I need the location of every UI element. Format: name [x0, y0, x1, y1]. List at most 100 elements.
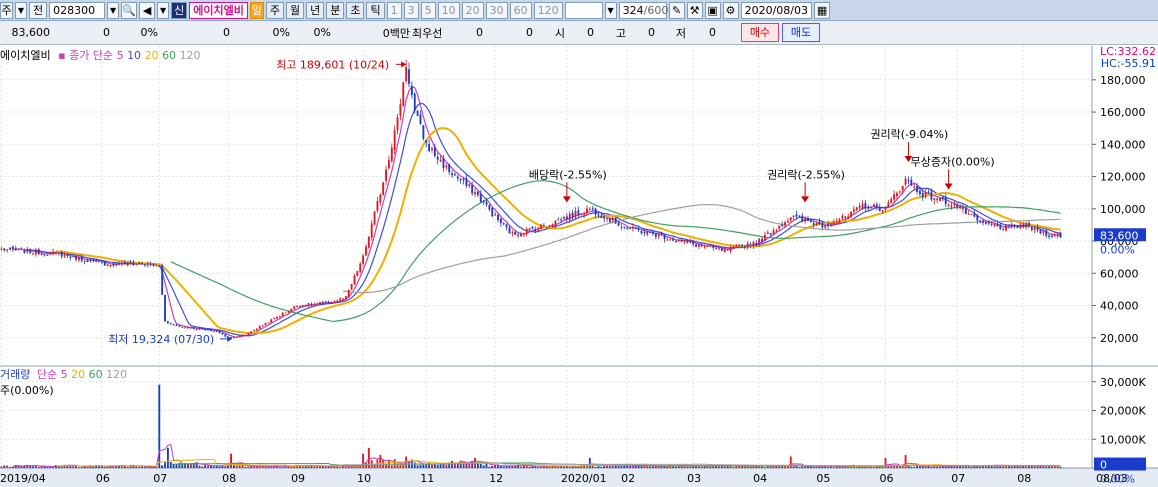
tool-icon[interactable]: ⚒ [686, 1, 703, 19]
volume-bar [164, 462, 166, 468]
candle-body [941, 197, 944, 199]
x-tick-label: 03 [687, 472, 701, 485]
candle-body [264, 323, 267, 326]
volume-bar [689, 466, 692, 468]
calendar-icon[interactable]: ▦ [814, 1, 831, 19]
candle-body [758, 238, 761, 244]
candle-body [614, 217, 617, 224]
period-year[interactable]: 년 [306, 1, 325, 19]
candle-body [135, 263, 138, 265]
period-week[interactable]: 주 [265, 1, 284, 19]
candle-body [485, 201, 488, 205]
volume-bar [534, 466, 537, 468]
interval-5[interactable]: 5 [420, 1, 436, 19]
candle-body [855, 207, 858, 211]
interval-20[interactable]: 20 [461, 1, 484, 19]
candle-body [525, 229, 528, 234]
candle-body [238, 335, 241, 337]
candle-body [215, 330, 218, 332]
date-input[interactable]: 2020/08/03 [740, 1, 813, 19]
volume-bar [141, 466, 144, 468]
period-month[interactable]: 월 [285, 1, 305, 19]
candle-body [502, 223, 505, 225]
period-tick[interactable]: 틱 [366, 1, 385, 19]
candle-body [307, 303, 310, 306]
prefix-button[interactable]: 주 [0, 1, 13, 19]
candle-body [129, 262, 132, 264]
settings-icon[interactable]: ⚙ [722, 1, 739, 19]
candle-body [540, 224, 542, 229]
candle-body [591, 208, 594, 210]
candle-body [390, 147, 393, 162]
volume-bar [629, 466, 631, 468]
candle-body [353, 275, 356, 285]
candle-body [993, 223, 996, 226]
volume-bar [77, 467, 80, 468]
price-legend: 에이치엘비 ▪ 종가 단순 5 10 20 60 120 [0, 47, 201, 63]
candle-body [666, 239, 669, 241]
low-label: 저 [675, 26, 686, 40]
volume-bar [1059, 466, 1062, 468]
code-input[interactable]: 028300 [49, 1, 106, 19]
candle-body [494, 214, 497, 216]
buy-button[interactable]: 매수 [741, 23, 779, 42]
candle-body [387, 160, 390, 169]
volume-bar [264, 466, 267, 468]
period-minute[interactable]: 분 [326, 1, 345, 19]
price-value: 83,600 [11, 26, 51, 39]
candle-body [703, 246, 706, 248]
hc-readout: HC:-55.91 [1100, 57, 1156, 70]
save-icon[interactable]: ▣ [704, 1, 721, 19]
period-day[interactable]: 일 [249, 1, 264, 19]
candle-body [568, 213, 571, 221]
code-dropdown-icon[interactable]: ▼ [107, 1, 120, 19]
interval-120[interactable]: 120 [533, 1, 563, 19]
candle-body [809, 220, 812, 222]
volume-bar [80, 467, 83, 468]
interval-custom-input[interactable] [564, 1, 603, 19]
candle-body [310, 303, 313, 305]
period-second[interactable]: 초 [346, 1, 365, 19]
range-input[interactable]: 324/600 [618, 1, 668, 19]
speaker-icon[interactable]: ◀ [139, 1, 156, 19]
jeon-button[interactable]: 전 [29, 1, 48, 19]
sell-button[interactable]: 매도 [782, 23, 820, 42]
price-tick-label: 180,000 [1100, 74, 1146, 87]
candle-body [752, 242, 755, 247]
speaker-dropdown-icon[interactable]: ▼ [157, 1, 170, 19]
interval-10[interactable]: 10 [437, 1, 460, 19]
vol-legend-ma60: 60 [88, 368, 103, 381]
candle-body [304, 305, 307, 307]
candle-body [692, 242, 695, 245]
candle-body [565, 216, 568, 220]
interval-30[interactable]: 30 [485, 1, 508, 19]
interval-1[interactable]: 1 [386, 1, 402, 19]
volume-bar [482, 465, 485, 468]
candle-body [158, 265, 161, 267]
volume-bar [212, 466, 215, 468]
volume-bar [1033, 466, 1036, 468]
current-price-label: 83,600 [1100, 229, 1139, 242]
candle-body [212, 331, 215, 333]
low-annotation: 최저 19,324 (07/30) [108, 333, 214, 346]
candle-body [1007, 224, 1010, 226]
interval-3[interactable]: 3 [403, 1, 419, 19]
candle-body [600, 215, 603, 218]
volume-bar [832, 467, 835, 468]
volume-bar [456, 463, 459, 468]
search-icon[interactable]: 🔍 [121, 1, 138, 19]
candle-body [832, 222, 835, 225]
volume-bar [884, 457, 887, 468]
volume-bar [801, 466, 804, 468]
candle-body [910, 179, 913, 186]
interval-60[interactable]: 60 [509, 1, 532, 19]
candle-body [580, 213, 583, 215]
candle-body [327, 301, 330, 304]
interval-dropdown-icon[interactable]: ▼ [604, 1, 617, 19]
candle-body [850, 212, 852, 217]
candle-body [11, 246, 14, 250]
magic-wand-icon[interactable]: ✎ [668, 1, 685, 19]
price-chart[interactable]: 20,00040,00060,00080,000100,000120,00014… [0, 46, 1158, 487]
candle-body [123, 261, 126, 265]
prefix-dropdown-icon[interactable]: ▼ [15, 1, 27, 19]
